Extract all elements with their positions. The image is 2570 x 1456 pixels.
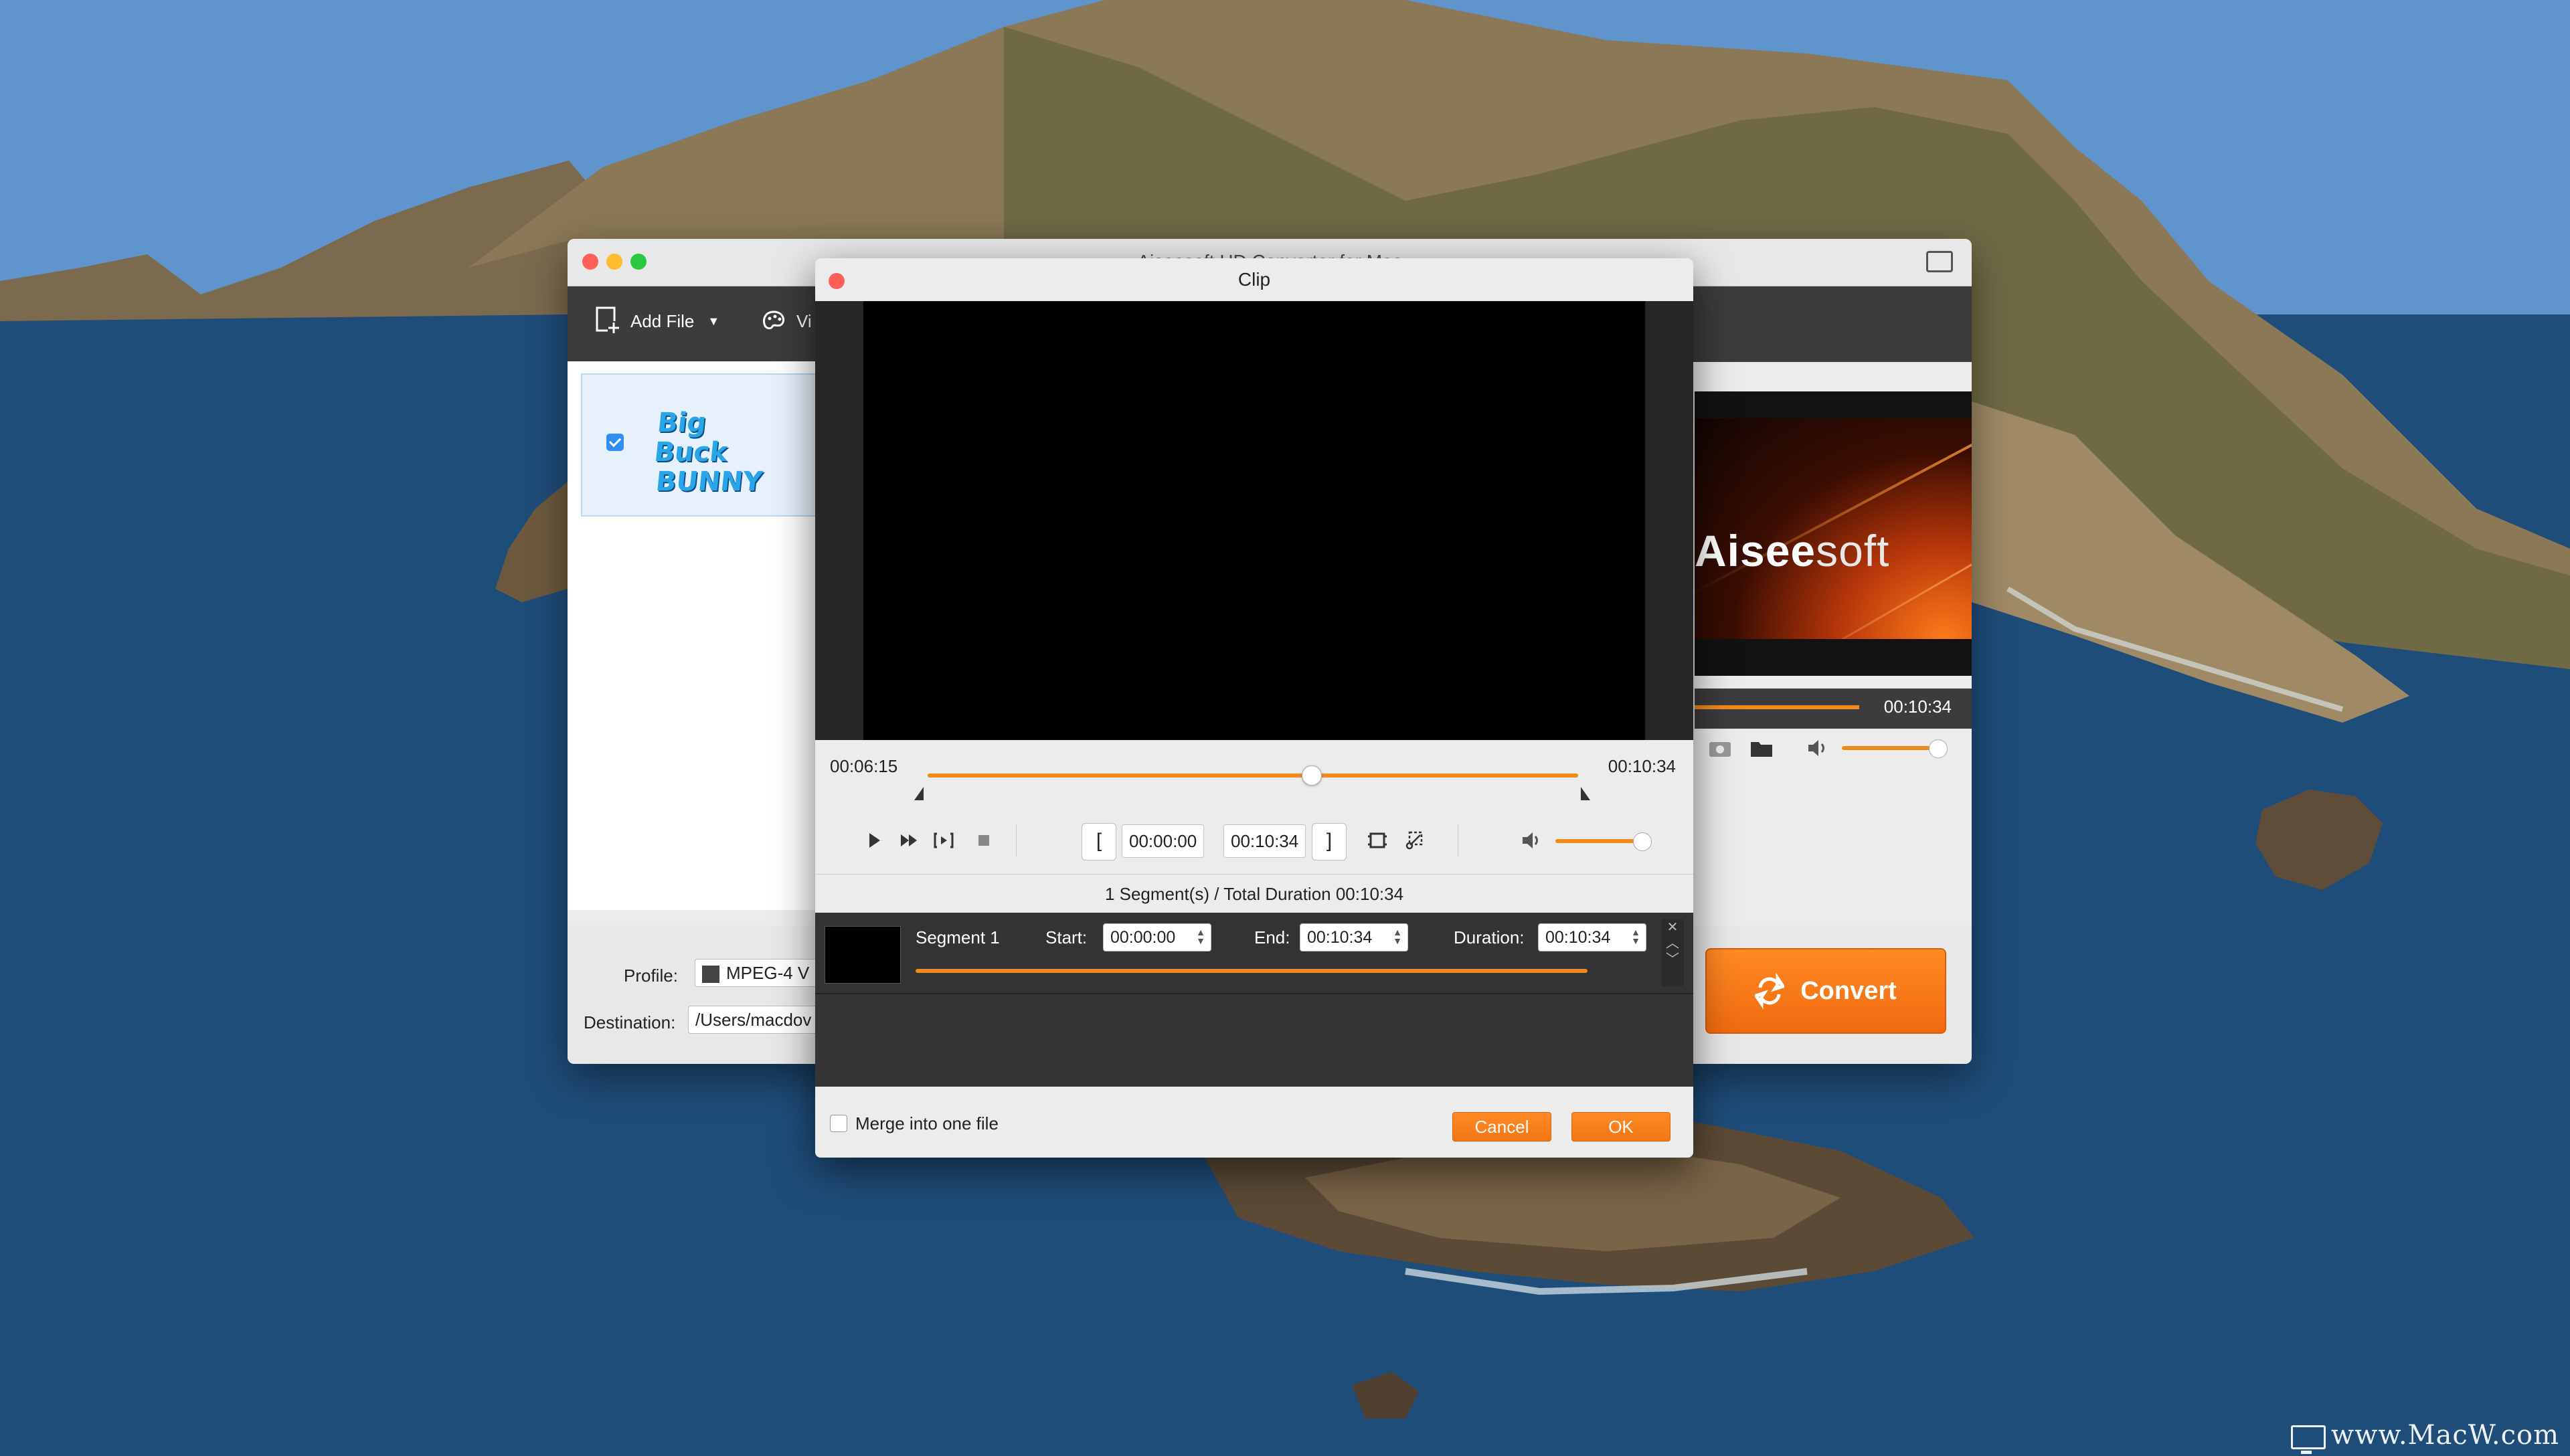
preview-time: 00:10:34 (1883, 697, 1952, 717)
play-icon[interactable] (863, 830, 885, 851)
monitor-icon (2290, 1425, 2326, 1454)
brand-bold: Aisee (1695, 526, 1816, 575)
destination-field[interactable]: /Users/macdov (688, 1006, 823, 1034)
convert-icon (1755, 973, 1785, 1009)
move-up-icon[interactable]: ︿ (1661, 935, 1684, 951)
preview-progress[interactable] (1695, 705, 1859, 709)
move-down-icon[interactable]: ﹀ (1661, 951, 1684, 968)
timeline-track[interactable] (928, 774, 1578, 778)
preview-image: Aiseesoft (1695, 418, 1972, 639)
convert-button[interactable]: Convert (1705, 948, 1946, 1034)
segment-duration-label: Duration: (1454, 927, 1525, 947)
watermark: www.MacW.com (2290, 1420, 2559, 1454)
separator (1016, 824, 1017, 856)
segment-end-field[interactable]: 00:10:34 ▲ ▼ (1300, 923, 1408, 951)
segment-list: Segment 1 Start: 00:00:00 ▲ ▼ End: 00:10:… (815, 913, 1693, 1087)
new-clip-icon[interactable] (1367, 830, 1388, 851)
profile-value: MPEG-4 V (726, 963, 810, 983)
total-time: 00:10:34 (1608, 756, 1676, 776)
stepper-icon[interactable]: ▲ ▼ (1393, 927, 1402, 945)
segment-actions: ✕ ︿ ﹀ (1661, 919, 1684, 986)
volume-icon[interactable] (1521, 830, 1542, 851)
segment-start-field[interactable]: 00:00:00 ▲ ▼ (1103, 923, 1211, 951)
clip-footer: Merge into one file Cancel OK (815, 1087, 1693, 1158)
segment-range-bar (916, 969, 1588, 973)
preview-controls (1695, 729, 1972, 767)
clip-titlebar: Clip (815, 258, 1693, 302)
video-label: Vi (796, 310, 812, 331)
file-list-item[interactable]: Big Buck BUNNY (581, 373, 825, 517)
video-thumbnail: Big Buck BUNNY (653, 407, 764, 497)
split-clip-icon[interactable] (1404, 830, 1426, 851)
merge-checkbox[interactable] (830, 1115, 847, 1132)
segment-start-label: Start: (1045, 927, 1088, 947)
preview-volume-thumb[interactable] (1929, 739, 1948, 758)
preview-timebar: 00:10:34 (1695, 689, 1972, 729)
profile-select[interactable]: MPEG-4 V (695, 959, 823, 987)
ok-button[interactable]: OK (1571, 1112, 1670, 1142)
feedback-icon[interactable] (1926, 251, 1953, 272)
thumbnail-text-2: BUNNY (654, 466, 764, 497)
fast-forward-icon[interactable] (898, 830, 920, 851)
current-time: 00:06:15 (830, 756, 898, 776)
file-checkbox[interactable] (606, 434, 624, 451)
segment-row[interactable]: Segment 1 Start: 00:00:00 ▲ ▼ End: 00:10:… (815, 913, 1693, 994)
segment-duration-field[interactable]: 00:10:34 ▲ ▼ (1538, 923, 1646, 951)
segment-name: Segment 1 (916, 927, 1000, 947)
cancel-button[interactable]: Cancel (1452, 1112, 1551, 1142)
start-time-field[interactable]: 00:00:00 (1122, 824, 1205, 858)
volume-thumb[interactable] (1633, 832, 1652, 851)
add-file-icon (596, 306, 620, 333)
brand-light: soft (1816, 526, 1890, 575)
delete-segment-icon[interactable]: ✕ (1661, 919, 1684, 935)
snapshot-icon[interactable] (1708, 738, 1732, 758)
segment-summary: 1 Segment(s) / Total Duration 00:10:34 (815, 874, 1693, 913)
stop-icon[interactable] (973, 830, 995, 851)
segment-end-value: 00:10:34 (1307, 928, 1373, 947)
preview-panel: Aiseesoft (1695, 391, 1972, 676)
set-start-button[interactable]: [ (1082, 823, 1116, 860)
merge-label: Merge into one file (855, 1113, 999, 1133)
end-marker[interactable] (1581, 787, 1590, 800)
clip-title: Clip (1237, 269, 1271, 290)
set-end-button[interactable]: ] (1312, 823, 1347, 860)
segment-duration-value: 00:10:34 (1545, 928, 1611, 947)
segment-start-value: 00:00:00 (1110, 928, 1176, 947)
segment-end-label: End: (1254, 927, 1290, 947)
thumbnail-text-1: Big Buck (653, 407, 730, 468)
play-segment-icon[interactable] (933, 830, 954, 851)
start-marker[interactable] (914, 787, 924, 800)
playhead-thumb[interactable] (1302, 765, 1322, 786)
chevron-down-icon[interactable]: ▼ (707, 314, 719, 329)
preview-volume-slider[interactable] (1842, 746, 1936, 750)
stepper-icon[interactable]: ▲ ▼ (1631, 927, 1640, 945)
video-enhance-button[interactable]: Vi (760, 306, 812, 336)
profile-label: Profile: (624, 966, 678, 986)
brand-logo: Aiseesoft (1695, 525, 1890, 576)
video-preview (863, 301, 1645, 740)
clip-dialog: Clip 00:06:15 00:10:34 [ 00:00:00 00:10:… (815, 258, 1693, 1158)
video-letterbox-left (815, 301, 863, 740)
add-file-label: Add File (630, 310, 695, 331)
add-file-button[interactable]: Add File ▼ (594, 306, 719, 336)
clip-timeline: 00:06:15 00:10:34 (815, 740, 1693, 807)
stepper-icon[interactable]: ▲ ▼ (1196, 927, 1205, 945)
folder-icon[interactable] (1749, 738, 1774, 758)
mpeg-icon (702, 966, 719, 984)
palette-icon (763, 310, 785, 330)
video-letterbox-right (1645, 301, 1693, 740)
end-time-field[interactable]: 00:10:34 (1223, 824, 1306, 858)
file-list: Big Buck BUNNY (568, 361, 825, 910)
clip-controls: [ 00:00:00 00:10:34 ] (815, 807, 1693, 874)
destination-label: Destination: (584, 1012, 676, 1032)
volume-icon[interactable] (1807, 738, 1830, 758)
convert-label: Convert (1800, 976, 1897, 1005)
watermark-text: www.MacW.com (2330, 1420, 2559, 1451)
segment-thumbnail (825, 926, 901, 984)
